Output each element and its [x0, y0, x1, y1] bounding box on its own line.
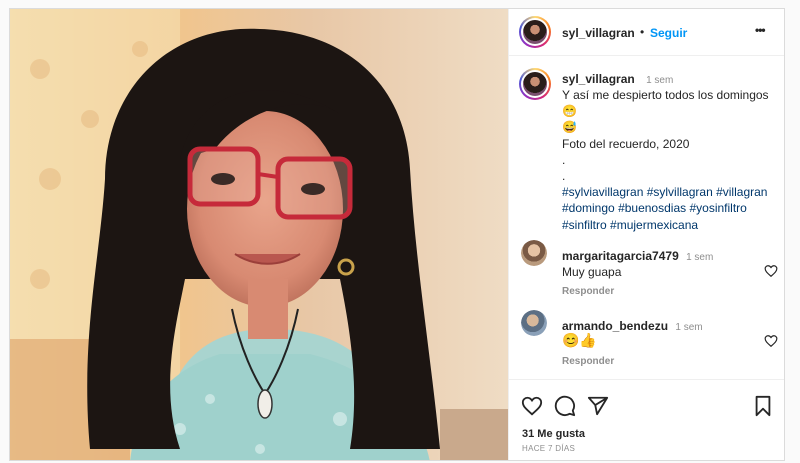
like-comment-icon[interactable] [764, 334, 778, 348]
hashtag-link[interactable]: #villagran [716, 185, 767, 199]
like-comment-icon[interactable] [764, 264, 778, 278]
more-options-icon[interactable]: ••• [755, 23, 766, 37]
hashtag-link[interactable]: #domingo [562, 201, 615, 215]
comment-text: Muy guapa [562, 265, 622, 279]
hashtag-link[interactable]: #mujermexicana [610, 218, 698, 232]
reply-button[interactable]: Responder [562, 286, 614, 297]
caption-author[interactable]: syl_villagran [562, 72, 635, 86]
hashtag-link[interactable]: #sinfiltro [562, 218, 607, 232]
hashtag-link[interactable]: #yosinfiltro [689, 201, 746, 215]
save-icon[interactable] [752, 395, 774, 417]
portrait-image [10, 9, 508, 460]
commenter-avatar[interactable] [521, 240, 547, 266]
caption-dot-2: . [562, 169, 566, 184]
comment-author[interactable]: armando_bendezu [562, 319, 668, 333]
caption-line-2: 😅 [562, 120, 577, 135]
comment-text: 😊👍 [562, 332, 597, 348]
comment-author[interactable]: margaritagarcia7479 [562, 249, 679, 263]
share-icon[interactable] [587, 395, 609, 417]
hashtag-link[interactable]: #buenosdias [618, 201, 686, 215]
comment-age: 1 sem [675, 322, 703, 333]
hashtag-link[interactable]: #sylvillagran [647, 185, 713, 199]
hashtag-link[interactable]: #sylviavillagran [562, 185, 643, 199]
comment-age: 1 sem [686, 252, 714, 263]
post-photo[interactable] [10, 9, 508, 460]
caption-line-3: Foto del recuerdo, 2020 [562, 136, 690, 151]
caption-line-1: Y así me despierto todos los domingos😁 [562, 88, 769, 119]
comment-item: margaritagarcia7479 1 sem Muy guapa Resp… [509, 237, 784, 297]
caption-header: syl_villagran 1 sem [562, 72, 777, 86]
follow-button[interactable]: Seguir [650, 26, 687, 40]
caption-hashtags: #sylviavillagran #sylvillagran #villagra… [562, 184, 777, 233]
post-sidebar: syl_villagran • Seguir ••• syl_villagran… [508, 9, 784, 460]
comment-item: armando_bendezu 1 sem 😊👍 Responder [509, 307, 784, 367]
separator-dot: • [640, 25, 645, 39]
caption-text: Y así me despierto todos los domingos😁 😅… [562, 87, 777, 233]
post-timestamp: HACE 7 DÍAS [522, 444, 576, 453]
reply-button[interactable]: Responder [562, 356, 614, 367]
author-username[interactable]: syl_villagran [562, 26, 635, 40]
caption-age: 1 sem [646, 75, 674, 86]
caption-author-avatar[interactable] [519, 68, 551, 100]
caption-dot-1: . [562, 152, 566, 167]
likes-count[interactable]: 31 Me gusta [522, 428, 585, 440]
comment-icon[interactable] [554, 395, 576, 417]
post-header: syl_villagran • Seguir ••• [509, 9, 784, 56]
post-actions: 31 Me gusta HACE 7 DÍAS [509, 379, 784, 460]
commenter-avatar[interactable] [521, 310, 547, 336]
heart-icon[interactable] [521, 395, 543, 417]
author-avatar[interactable] [519, 16, 551, 48]
post-modal: syl_villagran • Seguir ••• syl_villagran… [9, 8, 785, 461]
